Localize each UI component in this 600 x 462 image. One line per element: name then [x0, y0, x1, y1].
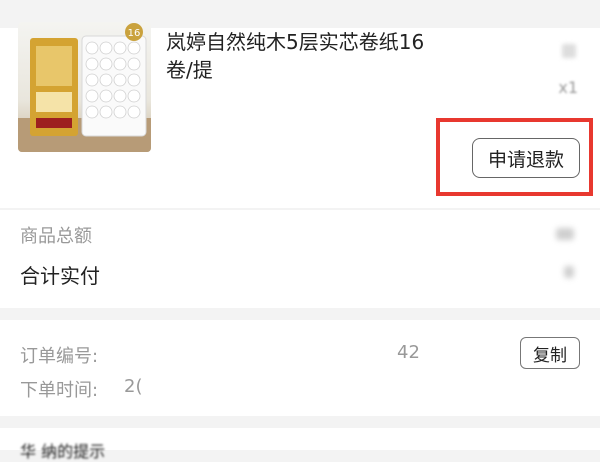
paid-value-redacted — [564, 266, 574, 278]
product-title[interactable]: 岚婷自然纯木5层实芯卷纸16卷/提 — [166, 28, 446, 84]
total-label: 商品总额 — [20, 226, 92, 247]
product-quantity: x1 — [558, 78, 578, 97]
svg-text:16: 16 — [128, 28, 141, 39]
order-time-value: 2( — [124, 376, 143, 397]
order-number-value: 42 — [397, 342, 420, 363]
refund-button[interactable]: 申请退款 — [472, 138, 580, 178]
bottom-section-title: 华 纳的提示 — [20, 442, 106, 461]
copy-order-number-button[interactable]: 复制 — [520, 337, 580, 369]
product-image: 16 — [18, 23, 151, 152]
paid-label: 合计实付 — [20, 264, 100, 288]
total-value-redacted — [556, 228, 574, 240]
order-time-label: 下单时间: — [20, 380, 99, 401]
price-redacted — [562, 44, 576, 58]
product-thumbnail[interactable]: 16 — [18, 22, 151, 152]
order-number-label: 订单编号: — [20, 346, 99, 367]
